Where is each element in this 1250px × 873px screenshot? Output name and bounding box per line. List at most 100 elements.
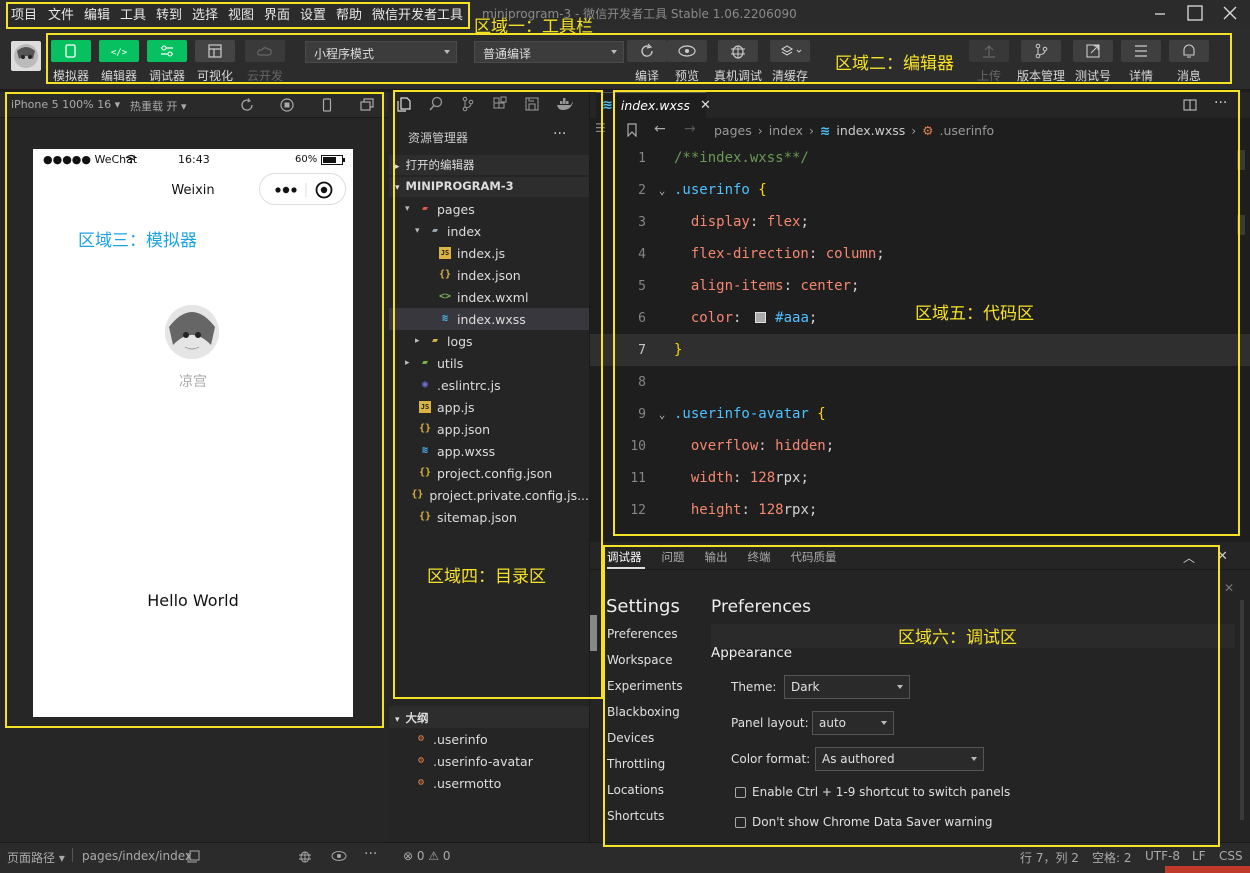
- extensions-icon[interactable]: [492, 96, 508, 112]
- debug-tab[interactable]: 终端: [748, 549, 771, 565]
- file-tree-item[interactable]: JS index.js: [389, 242, 589, 264]
- file-tree-item[interactable]: ▸ ▰ logs: [389, 330, 589, 352]
- file-tree-item[interactable]: ▾ ▰ index: [389, 220, 589, 242]
- source-control-icon[interactable]: [460, 96, 476, 112]
- maximize-icon[interactable]: [1184, 3, 1206, 23]
- menu-item[interactable]: 界面: [264, 4, 290, 23]
- cloud-dev-button[interactable]: [245, 40, 285, 62]
- fold-chevron-icon[interactable]: ⌄: [650, 408, 674, 421]
- file-tree-item[interactable]: {} index.json: [389, 264, 589, 286]
- outline-item[interactable]: ⚙ .userinfo: [415, 728, 615, 750]
- close-icon[interactable]: [1219, 3, 1241, 23]
- collapse-icon[interactable]: ︿: [1183, 549, 1195, 566]
- docker-icon[interactable]: [556, 96, 574, 112]
- settings-nav-item[interactable]: Shortcuts: [607, 809, 664, 823]
- upload-button[interactable]: [969, 40, 1009, 62]
- editor-more-icon[interactable]: ···: [1214, 95, 1227, 111]
- problems-count[interactable]: ⊗ 0 ⚠ 0: [403, 849, 451, 863]
- file-tree-item[interactable]: JS app.js: [389, 396, 589, 418]
- debugger-button[interactable]: [147, 40, 187, 62]
- files-icon[interactable]: [396, 96, 412, 112]
- debug-tab[interactable]: 问题: [662, 549, 685, 565]
- file-tree-item[interactable]: ≋ app.wxss: [389, 440, 589, 462]
- split-editor-icon[interactable]: [1182, 97, 1198, 113]
- eye-icon[interactable]: [331, 850, 347, 862]
- breadcrumb-item[interactable]: pages: [714, 123, 752, 138]
- file-tree-item[interactable]: {} project.private.config.js...: [389, 484, 589, 506]
- status-more-icon[interactable]: ···: [364, 846, 377, 862]
- settings-nav-item[interactable]: Devices: [607, 731, 654, 745]
- debug-tab[interactable]: 输出: [705, 549, 728, 565]
- bug-icon[interactable]: [297, 849, 313, 864]
- menu-item[interactable]: 帮助: [336, 4, 362, 23]
- copy-icon[interactable]: [187, 850, 200, 863]
- messages-button[interactable]: [1169, 40, 1209, 62]
- breadcrumb-item[interactable]: index.wxss: [836, 123, 905, 138]
- checkbox[interactable]: [735, 786, 746, 798]
- phone-icon[interactable]: [319, 97, 335, 113]
- checkbox[interactable]: [735, 816, 746, 828]
- settings-nav-item[interactable]: Throttling: [607, 757, 665, 771]
- breadcrumb-item[interactable]: index: [769, 123, 803, 138]
- code-area[interactable]: 1/**index.wxss**/2 ⌄ .userinfo {3 display:…: [590, 142, 1250, 540]
- user-avatar[interactable]: [11, 41, 41, 71]
- compile-button[interactable]: [627, 40, 667, 62]
- stop-icon[interactable]: [279, 97, 295, 113]
- minimize-icon[interactable]: [1149, 3, 1171, 23]
- scrollbar-thumb[interactable]: [1237, 215, 1245, 235]
- more-icon[interactable]: ···: [553, 126, 566, 142]
- close-tab-icon[interactable]: ✕: [700, 98, 711, 113]
- test-account-button[interactable]: [1073, 40, 1113, 62]
- outline-item[interactable]: ⚙ .userinfo-avatar: [415, 750, 615, 772]
- menu-item[interactable]: 微信开发者工具: [372, 4, 463, 23]
- color-format-select[interactable]: As authored: [815, 747, 984, 771]
- menu-item[interactable]: 编辑: [84, 4, 110, 23]
- simulator-button[interactable]: [51, 40, 91, 62]
- list-icon[interactable]: ☰: [595, 121, 606, 135]
- page-path-select[interactable]: 页面路径 ▾: [7, 849, 65, 866]
- cursor-position[interactable]: 行 7，列 2: [1020, 849, 1079, 866]
- menu-item[interactable]: 视图: [228, 4, 254, 23]
- hot-reload-toggle[interactable]: 热重载 开 ▾: [130, 98, 187, 114]
- data-saver-checkbox[interactable]: Don't show Chrome Data Saver warning: [735, 815, 992, 829]
- save-icon[interactable]: [524, 96, 540, 112]
- compile-select[interactable]: 普通编译: [474, 41, 624, 63]
- breadcrumb-item[interactable]: .userinfo: [939, 123, 994, 138]
- file-tree-item[interactable]: ◉ .eslintrc.js: [389, 374, 589, 396]
- project-section[interactable]: ▾ MINIPROGRAM-3: [389, 177, 589, 197]
- version-button[interactable]: [1021, 40, 1061, 62]
- settings-nav-item[interactable]: Blackboxing: [607, 705, 680, 719]
- details-button[interactable]: [1121, 40, 1161, 62]
- close-panel-icon[interactable]: ✕: [1217, 549, 1228, 564]
- search-icon[interactable]: [428, 96, 444, 112]
- fold-chevron-icon[interactable]: ⌄: [650, 184, 674, 197]
- settings-nav-item[interactable]: Preferences: [607, 627, 678, 641]
- bookmark-icon[interactable]: [626, 123, 638, 137]
- menu-item[interactable]: 项目: [11, 4, 37, 23]
- visual-button[interactable]: [195, 40, 235, 62]
- scrollbar-thumb[interactable]: [1237, 150, 1245, 170]
- outline-item[interactable]: ⚙ .usermotto: [415, 772, 615, 794]
- file-tree-item[interactable]: {} sitemap.json: [389, 506, 589, 528]
- editor-tab[interactable]: ≋ index.wxss ✕: [596, 92, 711, 118]
- outline-section[interactable]: ▾ 大纲: [389, 706, 589, 728]
- mode-select[interactable]: 小程序模式: [305, 41, 457, 63]
- open-editors-section[interactable]: ▸ 打开的编辑器: [389, 155, 589, 175]
- file-tree-item[interactable]: ▸ ▰ utils: [389, 352, 589, 374]
- debug-tab[interactable]: 代码质量: [791, 549, 837, 565]
- settings-nav-item[interactable]: Locations: [607, 783, 664, 797]
- panel-layout-select[interactable]: auto: [812, 711, 894, 735]
- preview-button[interactable]: [667, 40, 707, 62]
- settings-nav-item[interactable]: Workspace: [607, 653, 673, 667]
- file-tree-item[interactable]: {} project.config.json: [389, 462, 589, 484]
- settings-scrollbar[interactable]: [1240, 600, 1244, 820]
- encoding[interactable]: UTF-8: [1145, 849, 1180, 863]
- refresh-icon[interactable]: [239, 97, 255, 113]
- menu-item[interactable]: 选择: [192, 4, 218, 23]
- remote-debug-button[interactable]: [718, 40, 758, 62]
- line-ending[interactable]: LF: [1192, 849, 1206, 863]
- menu-item[interactable]: 文件: [48, 4, 74, 23]
- popout-icon[interactable]: [359, 97, 375, 113]
- resize-handle[interactable]: [590, 615, 597, 651]
- menu-item[interactable]: 设置: [300, 4, 326, 23]
